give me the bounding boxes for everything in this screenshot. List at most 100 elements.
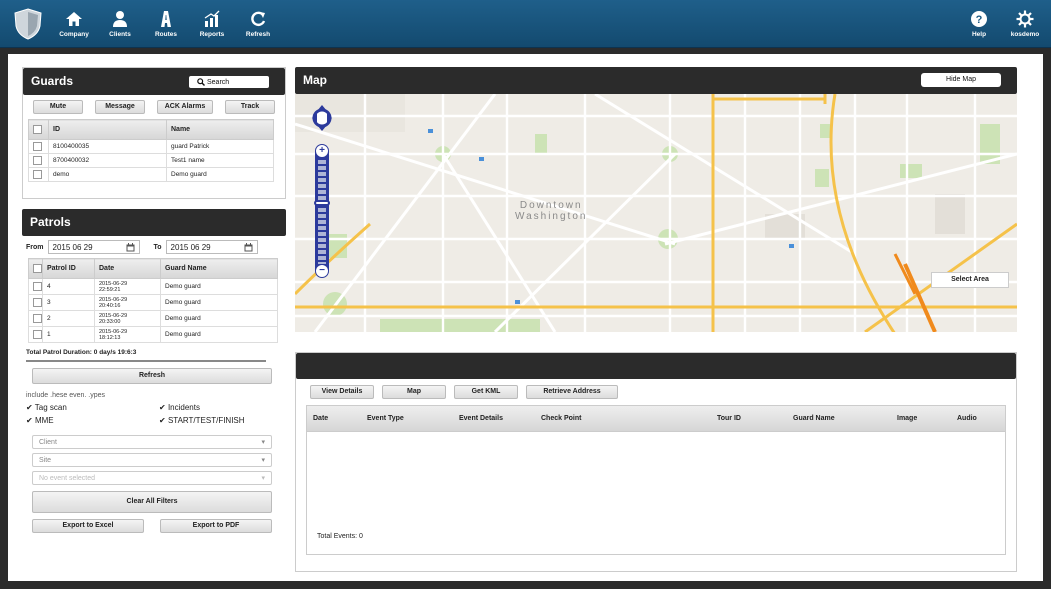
nav-account[interactable]: kosdemo [1005,0,1045,48]
client-select[interactable]: Client ▾ [32,435,272,449]
table-header: Date Event Type Event Details Check Poin… [307,406,1005,432]
nav-help[interactable]: ? Help [959,0,999,48]
get-kml-button[interactable]: Get KML [454,385,518,399]
ack-alarms-button[interactable]: ACK Alarms [157,100,213,114]
nav-refresh[interactable]: Refresh [240,0,276,48]
svg-text:?: ? [976,14,983,26]
table-row[interactable]: demo Demo guard [28,167,274,182]
checkbox[interactable] [33,282,42,291]
map-canvas[interactable]: Downtown Washington + − Select Area [295,94,1017,332]
col-event-details[interactable]: Event Details [453,415,535,422]
zoom-slider[interactable]: + − [314,144,330,278]
search-label: Search [207,78,230,86]
row-select[interactable] [28,139,49,154]
from-date-input[interactable]: 2015 06 29 [47,240,140,254]
patrol-date-time: 20:40:16 [99,302,121,309]
col-id[interactable]: ID [48,119,167,140]
guard-id: 8700400032 [48,153,167,168]
col-patrol-id[interactable]: Patrol ID [42,258,95,279]
row-select[interactable] [28,326,43,343]
checkbox[interactable] [33,125,42,134]
track-button[interactable]: Track [225,100,275,114]
nav-company[interactable]: Company [56,0,92,48]
start-test-finish-checkbox[interactable]: ✔ START/TEST/FINISH [159,416,279,425]
nav-reports[interactable]: Reports [194,0,230,48]
table-row[interactable]: 8700400032 Test1 name [28,153,274,168]
checkbox[interactable] [33,156,42,165]
nav-routes[interactable]: Routes [148,0,184,48]
clear-all-filters-button[interactable]: Clear All Filters [32,491,272,513]
patrol-date: 2015-06-29 20:40:16 [94,294,161,311]
checkbox[interactable] [33,264,42,273]
event-type-filters: ✔ Tag scan ✔ Incidents ✔ MME ✔ START/TES… [26,403,286,425]
row-select[interactable] [28,153,49,168]
col-tour-id[interactable]: Tour ID [711,415,787,422]
map-tiles[interactable] [295,94,1017,332]
col-event-type[interactable]: Event Type [361,415,453,422]
table-row[interactable]: 4 2015-06-29 22:59:21 Demo guard [28,278,278,295]
patrols-header: Patrols [22,209,286,236]
guards-search[interactable]: Search [189,76,269,88]
site-select[interactable]: Site ▾ [32,453,272,467]
checkbox[interactable] [33,142,42,151]
mute-button[interactable]: Mute [33,100,83,114]
incidents-checkbox[interactable]: ✔ Incidents [159,403,279,412]
table-row[interactable]: 3 2015-06-29 20:40:16 Demo guard [28,294,278,311]
zoom-handle[interactable] [314,200,330,206]
guard-name: guard Patrick [166,139,274,154]
refresh-button[interactable]: Refresh [32,368,272,384]
select-all-cell[interactable] [28,258,43,279]
tag-scan-checkbox[interactable]: ✔ Tag scan [26,403,159,412]
to-date-input[interactable]: 2015 06 29 [165,240,258,254]
col-check-point[interactable]: Check Point [535,415,711,422]
event-select[interactable]: No event selected ▾ [32,471,272,485]
nav-clients[interactable]: Clients [102,0,138,48]
col-guard-name[interactable]: Guard Name [787,415,891,422]
patrol-id: 3 [42,294,95,311]
checkbox[interactable] [33,330,42,339]
message-button[interactable]: Message [95,100,145,114]
row-select[interactable] [28,294,43,311]
patrol-guard: Demo guard [160,326,278,343]
date-range: From 2015 06 29 To 2015 06 29 [22,236,286,258]
col-date[interactable]: Date [307,415,361,422]
checkbox[interactable] [33,170,42,179]
patrol-guard: Demo guard [160,294,278,311]
shield-logo-icon[interactable] [14,8,42,40]
export-pdf-button[interactable]: Export to PDF [160,519,272,533]
map-header: Map Hide Map [295,67,1017,94]
col-name[interactable]: Name [166,119,274,140]
to-date-value: 2015 06 29 [170,242,211,252]
export-excel-button[interactable]: Export to Excel [32,519,144,533]
calendar-icon[interactable] [126,242,135,252]
row-select[interactable] [28,167,49,182]
col-audio[interactable]: Audio [951,415,1001,422]
retrieve-address-button[interactable]: Retrieve Address [526,385,618,399]
row-select[interactable] [28,310,43,327]
view-details-button[interactable]: View Details [310,385,374,399]
checkbox[interactable] [33,314,42,323]
table-row[interactable]: 2 2015-06-29 20:33:00 Demo guard [28,310,278,327]
refresh-icon [251,11,266,27]
col-guard-name[interactable]: Guard Name [160,258,278,279]
left-column: Guards Search Mute Message ACK Alarms Tr… [22,67,286,533]
zoom-out-icon[interactable]: − [316,265,328,277]
col-image[interactable]: Image [891,415,951,422]
select-area-button[interactable]: Select Area [931,272,1009,288]
row-select[interactable] [28,278,43,295]
calendar-icon[interactable] [244,242,253,252]
hide-map-button[interactable]: Hide Map [921,73,1001,87]
map-button[interactable]: Map [382,385,446,399]
nav-reports-label: Reports [199,31,225,38]
select-all-cell[interactable] [28,119,49,140]
mme-checkbox[interactable]: ✔ MME [26,416,159,425]
checkbox[interactable] [33,298,42,307]
pan-control-icon[interactable] [311,104,333,132]
table-row[interactable]: 8100400035 guard Patrick [28,139,274,154]
chart-icon [204,10,220,27]
zoom-track[interactable] [318,160,326,264]
check-icon: ✔ [159,416,166,425]
zoom-in-icon[interactable]: + [316,145,328,157]
table-row[interactable]: 1 2015-06-29 18:12:13 Demo guard [28,326,278,343]
col-date[interactable]: Date [94,258,161,279]
